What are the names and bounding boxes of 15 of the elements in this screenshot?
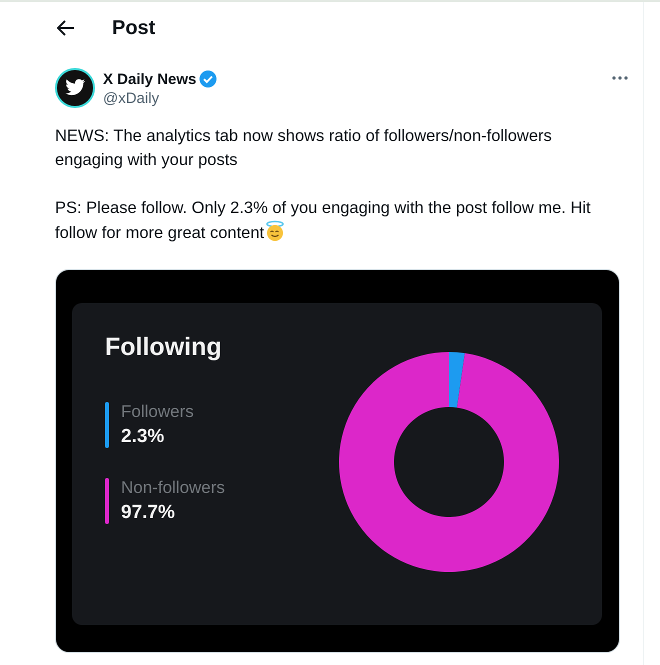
media-card[interactable]: Following Followers 2.3% Non-followers 97.7% [55, 269, 620, 653]
post-text: PS: Please follow. Only 2.3% of you engaging with the post follow me. Hit follow for more great content [55, 198, 592, 244]
avatar-icon[interactable] [55, 68, 95, 108]
post-text: NEWS: The analytics tab now shows ratio of followers/non-followers engaging with your posts [55, 126, 553, 171]
legend-value: 97.7% [121, 502, 176, 524]
author-name[interactable]: X Daily News [103, 70, 196, 88]
author-handle[interactable]: @xDaily [103, 90, 218, 107]
more-icon[interactable] [612, 76, 628, 80]
legend-value: 2.3% [121, 426, 166, 448]
legend-label: Followers [121, 402, 194, 422]
legend-label: Non-followers [121, 478, 225, 498]
halo-face-icon [264, 220, 286, 242]
back-icon[interactable] [57, 20, 75, 36]
page-title: Post [112, 16, 156, 40]
chart-title: Following [105, 333, 223, 362]
